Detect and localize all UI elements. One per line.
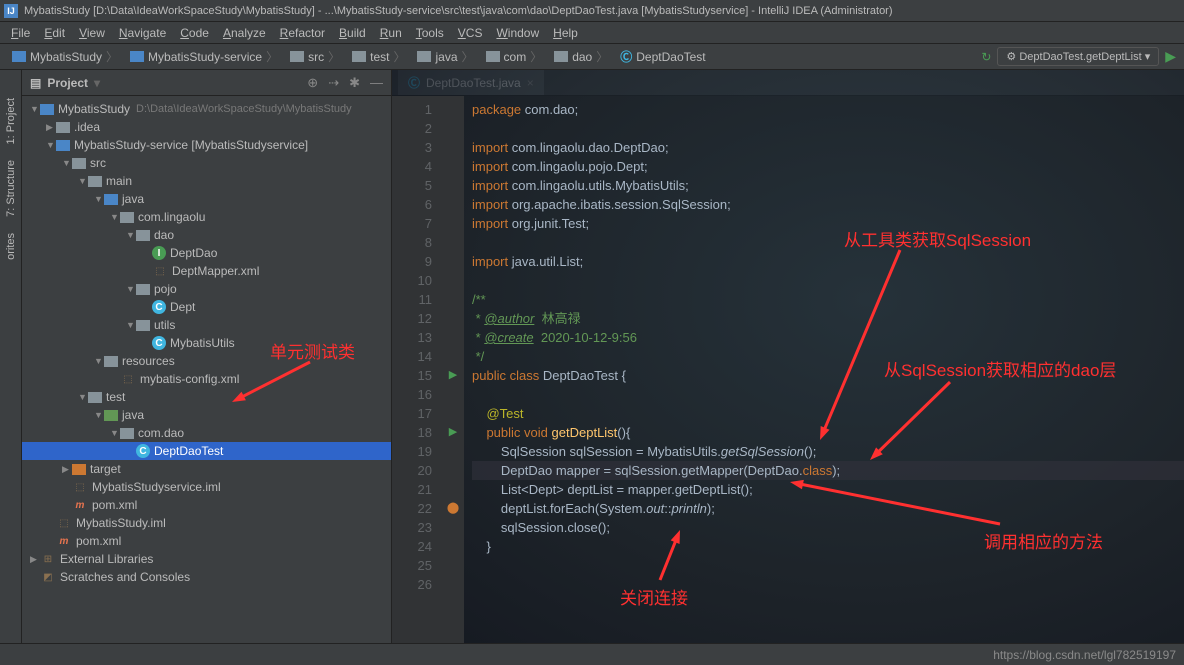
watermark: https://blog.csdn.net/lgl782519197 xyxy=(993,648,1176,662)
build-icon[interactable]: ↻ xyxy=(981,50,991,64)
breadcrumb-item[interactable]: MybatisStudy〉 xyxy=(8,47,122,66)
breadcrumb-item[interactable]: dao〉 xyxy=(550,47,612,66)
tree-node[interactable]: ⬚mybatis-config.xml xyxy=(22,370,391,388)
tool-tab[interactable]: 1: Project xyxy=(3,90,19,152)
hide-icon[interactable]: — xyxy=(370,75,383,91)
menu-tools[interactable]: Tools xyxy=(409,24,451,42)
tree-node[interactable]: ▶⊞External Libraries xyxy=(22,550,391,568)
breadcrumb-item[interactable]: ⒸDeptDaoTest xyxy=(616,47,709,66)
nav-bar: MybatisStudy〉MybatisStudy-service〉src〉te… xyxy=(0,44,1184,70)
breadcrumbs: MybatisStudy〉MybatisStudy-service〉src〉te… xyxy=(8,47,710,66)
menu-help[interactable]: Help xyxy=(546,24,585,42)
menu-build[interactable]: Build xyxy=(332,24,373,42)
breadcrumb-item[interactable]: MybatisStudy-service〉 xyxy=(126,47,282,66)
title-bar: IJ MybatisStudy [D:\Data\IdeaWorkSpaceSt… xyxy=(0,0,1184,22)
project-tree[interactable]: ▼MybatisStudyD:\Data\IdeaWorkSpaceStudy\… xyxy=(22,96,391,643)
tree-node[interactable]: ▼MybatisStudyD:\Data\IdeaWorkSpaceStudy\… xyxy=(22,100,391,118)
editor-tab-label: DeptDaoTest.java xyxy=(426,76,521,90)
tree-node[interactable]: ▼resources xyxy=(22,352,391,370)
tree-node[interactable]: ⬚MybatisStudyservice.iml xyxy=(22,478,391,496)
menu-analyze[interactable]: Analyze xyxy=(216,24,273,42)
breadcrumb-item[interactable]: com〉 xyxy=(482,47,547,66)
locate-icon[interactable]: ⊕ xyxy=(307,75,318,91)
tree-node[interactable]: mpom.xml xyxy=(22,496,391,514)
tree-node[interactable]: ▼java xyxy=(22,406,391,424)
tree-node[interactable]: ▼com.dao xyxy=(22,424,391,442)
tree-node[interactable]: ▼main xyxy=(22,172,391,190)
code-area[interactable]: package com.dao;import com.lingaolu.dao.… xyxy=(464,96,1184,643)
menu-run[interactable]: Run xyxy=(373,24,409,42)
settings-icon[interactable]: ✱ xyxy=(349,75,360,91)
gutter-icons: ▶▶⬤ xyxy=(442,96,464,643)
menu-file[interactable]: File xyxy=(4,24,37,42)
tree-node[interactable]: ⬚DeptMapper.xml xyxy=(22,262,391,280)
menu-bar: FileEditViewNavigateCodeAnalyzeRefactorB… xyxy=(0,22,1184,44)
breadcrumb-item[interactable]: src〉 xyxy=(286,47,344,66)
run-config-selector[interactable]: ⚙ DeptDaoTest.getDeptList ▾ xyxy=(997,47,1159,66)
tree-node[interactable]: ▶.idea xyxy=(22,118,391,136)
collapse-icon[interactable]: ⇢ xyxy=(328,75,339,91)
tree-node[interactable]: ▼src xyxy=(22,154,391,172)
breadcrumb-item[interactable]: java〉 xyxy=(413,47,477,66)
tree-node[interactable]: ▶target xyxy=(22,460,391,478)
tree-node[interactable]: IDeptDao xyxy=(22,244,391,262)
menu-window[interactable]: Window xyxy=(489,24,546,42)
java-class-icon: Ⓒ xyxy=(408,74,420,91)
editor-body[interactable]: 1234567891011121314151617181920212223242… xyxy=(392,96,1184,643)
tool-tab[interactable]: orites xyxy=(3,225,19,268)
project-panel: ▤Project ▾ ⊕ ⇢ ✱ — ▼MybatisStudyD:\Data\… xyxy=(22,70,392,643)
tree-node[interactable]: ◩Scratches and Consoles xyxy=(22,568,391,586)
tree-node[interactable]: ▼pojo xyxy=(22,280,391,298)
left-tool-tabs: 1: Project7: Structureorites xyxy=(0,70,22,643)
tree-node[interactable]: ▼utils xyxy=(22,316,391,334)
editor-area: Ⓒ DeptDaoTest.java × 1234567891011121314… xyxy=(392,70,1184,643)
app-icon: IJ xyxy=(4,4,18,18)
tool-tab[interactable]: 7: Structure xyxy=(3,152,19,225)
project-panel-icon: ▤ xyxy=(30,76,41,90)
breadcrumb-item[interactable]: test〉 xyxy=(348,47,409,66)
menu-edit[interactable]: Edit xyxy=(37,24,72,42)
tree-node[interactable]: ▼test xyxy=(22,388,391,406)
menu-refactor[interactable]: Refactor xyxy=(273,24,332,42)
tree-node[interactable]: ▼MybatisStudy-service [MybatisStudyservi… xyxy=(22,136,391,154)
tree-node[interactable]: CDeptDaoTest xyxy=(22,442,391,460)
editor-tabs: Ⓒ DeptDaoTest.java × xyxy=(392,70,1184,96)
editor-tab-active[interactable]: Ⓒ DeptDaoTest.java × xyxy=(398,70,544,95)
tree-node[interactable]: ⬚MybatisStudy.iml xyxy=(22,514,391,532)
menu-vcs[interactable]: VCS xyxy=(451,24,490,42)
menu-code[interactable]: Code xyxy=(173,24,216,42)
tree-node[interactable]: CMybatisUtils xyxy=(22,334,391,352)
tree-node[interactable]: CDept xyxy=(22,298,391,316)
menu-view[interactable]: View xyxy=(72,24,112,42)
tree-node[interactable]: ▼dao xyxy=(22,226,391,244)
tree-node[interactable]: mpom.xml xyxy=(22,532,391,550)
tree-node[interactable]: ▼java xyxy=(22,190,391,208)
tree-node[interactable]: ▼com.lingaolu xyxy=(22,208,391,226)
close-tab-icon[interactable]: × xyxy=(527,76,534,90)
run-button[interactable]: ▶ xyxy=(1165,48,1176,65)
menu-navigate[interactable]: Navigate xyxy=(112,24,173,42)
window-title: MybatisStudy [D:\Data\IdeaWorkSpaceStudy… xyxy=(24,5,893,17)
line-gutter: 1234567891011121314151617181920212223242… xyxy=(392,96,442,643)
project-panel-title: Project xyxy=(47,76,88,90)
